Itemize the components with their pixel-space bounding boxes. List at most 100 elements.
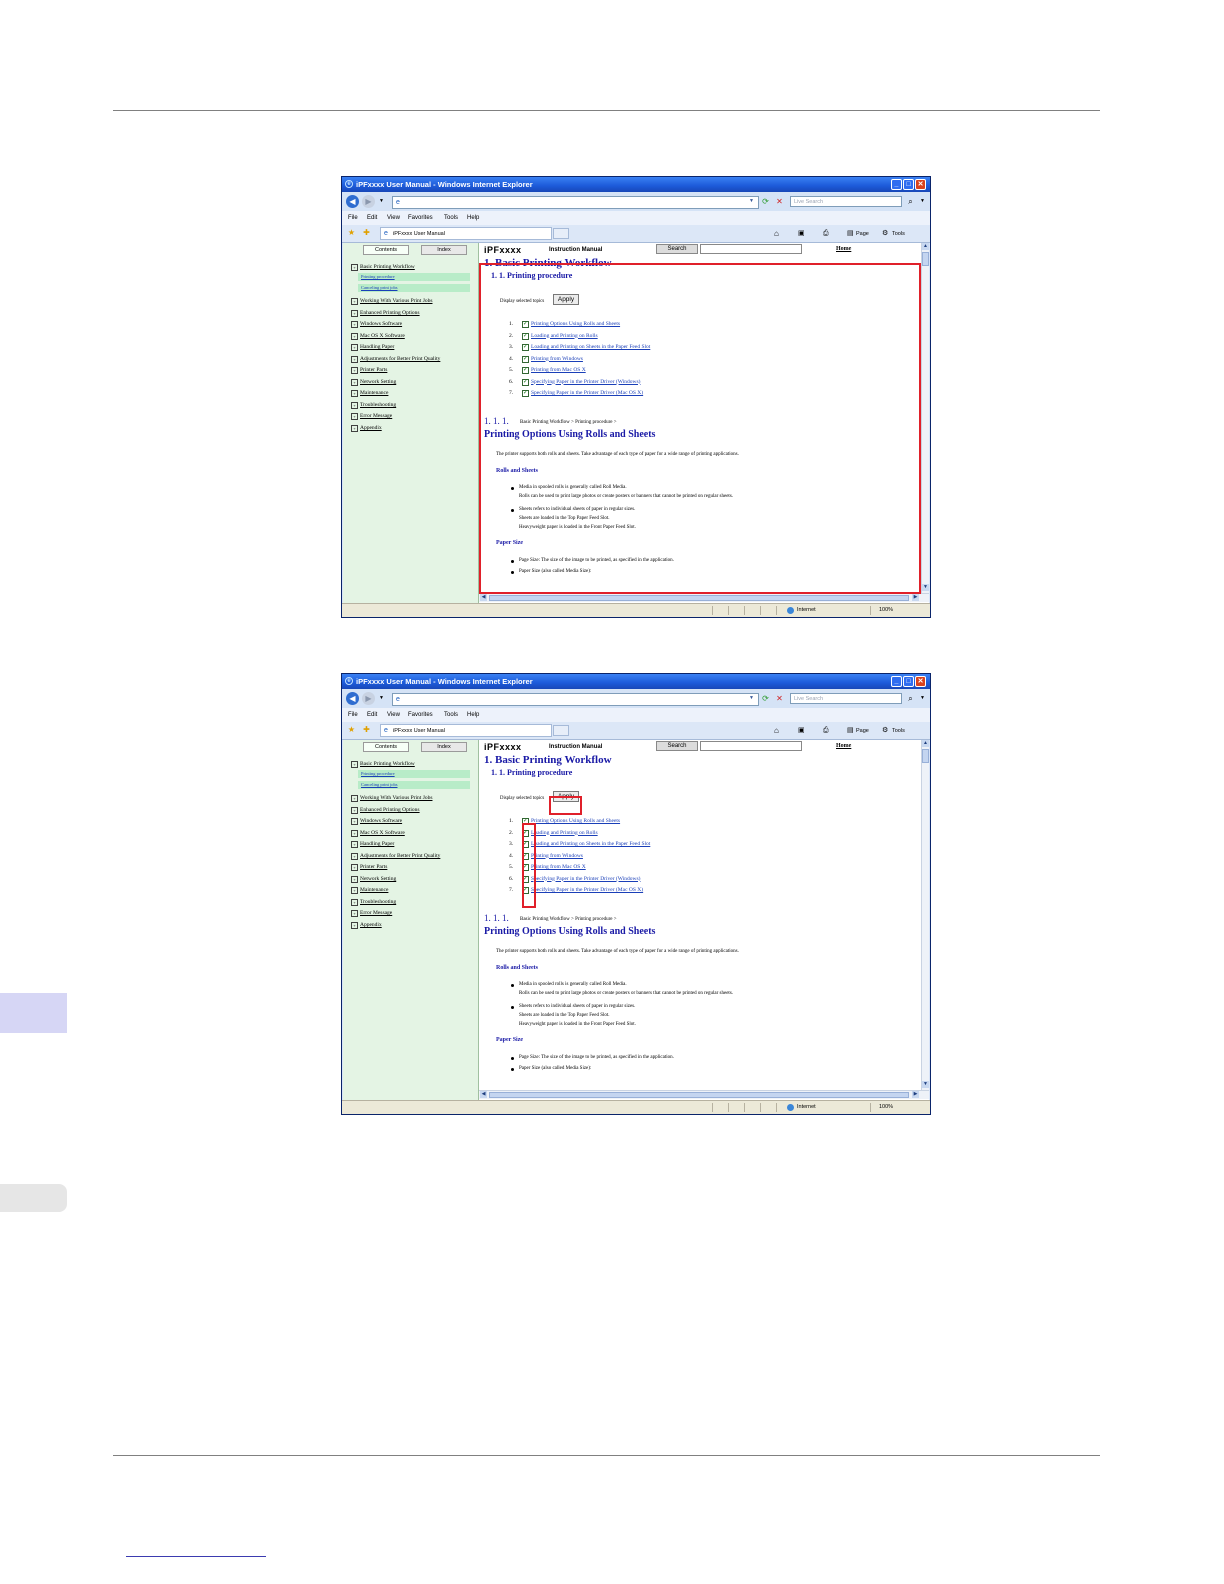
toc-item[interactable]: Maintenance (360, 388, 388, 398)
live-search-input[interactable]: Live Search (790, 196, 902, 207)
toc-item[interactable]: Network Setting (360, 377, 396, 387)
toc-item[interactable]: Windows Software (360, 319, 402, 329)
tab-contents[interactable]: Contents (363, 245, 409, 255)
tab-contents[interactable]: Contents (363, 742, 409, 752)
toc-expand-icon[interactable]: + (351, 853, 358, 860)
toc-item[interactable]: Windows Software (360, 816, 402, 826)
favorites-star-icon[interactable]: ★ (346, 227, 357, 238)
address-dropdown-icon[interactable]: ▼ (746, 693, 757, 704)
minimize-button[interactable]: _ (891, 179, 902, 190)
tools-menu-icon[interactable]: ⚙ (882, 228, 888, 240)
manual-search-button[interactable]: Search (656, 244, 698, 254)
hscroll-thumb[interactable] (489, 1092, 909, 1098)
toc-item[interactable]: Enhanced Printing Options (360, 308, 420, 318)
toc-item[interactable]: Basic Printing Workflow (360, 262, 415, 272)
menu-help[interactable]: Help (467, 211, 479, 225)
refresh-icon[interactable]: ⟳ (760, 693, 771, 704)
topic-link[interactable]: Loading and Printing on Rolls (531, 828, 598, 839)
toc-item[interactable]: Enhanced Printing Options (360, 805, 420, 815)
address-dropdown-icon[interactable]: ▼ (746, 196, 757, 207)
toc-item[interactable]: Handling Paper (360, 342, 394, 352)
toc-expand-icon[interactable]: + (351, 876, 358, 883)
vertical-scrollbar[interactable]: ▲ ▼ (921, 243, 929, 593)
toc-item[interactable]: Working With Various Print Jobs (360, 793, 432, 803)
toc-expand-icon[interactable]: + (351, 402, 358, 409)
toc-expand-icon[interactable]: + (351, 333, 358, 340)
refresh-icon[interactable]: ⟳ (760, 196, 771, 207)
topic-link[interactable]: Printing from Mac OS X (531, 862, 586, 873)
toc-item[interactable]: Error Message (360, 908, 392, 918)
toc-sub-item[interactable]: Canceling print jobs (358, 284, 470, 292)
page-menu[interactable]: Page (856, 228, 869, 240)
zoom-level[interactable]: 100% (879, 1101, 893, 1114)
print-icon[interactable]: ⎙ (823, 228, 829, 240)
horizontal-scrollbar[interactable]: ◀ ▶ (479, 1090, 929, 1099)
manual-search-button[interactable]: Search (656, 741, 698, 751)
home-link[interactable]: Home (836, 743, 851, 749)
home-icon[interactable]: ⌂ (774, 228, 779, 240)
toc-item[interactable]: Error Message (360, 411, 392, 421)
toc-sub-item[interactable]: Canceling print jobs (358, 781, 470, 789)
address-input[interactable]: e (392, 196, 759, 209)
toc-expand-icon[interactable]: + (351, 818, 358, 825)
toc-expand-icon[interactable]: + (351, 413, 358, 420)
toc-item[interactable]: Adjustments for Better Print Quality (360, 851, 440, 861)
topic-link[interactable]: Loading and Printing on Sheets in the Pa… (531, 839, 650, 850)
scroll-down-icon[interactable]: ▼ (922, 584, 929, 591)
scroll-left-icon[interactable]: ◀ (480, 1091, 487, 1098)
toc-expand-icon[interactable]: + (351, 264, 358, 271)
feeds-icon[interactable]: ▣ (798, 725, 805, 737)
scroll-right-icon[interactable]: ▶ (912, 594, 919, 601)
page-menu[interactable]: Page (856, 725, 869, 737)
toc-expand-icon[interactable]: + (351, 298, 358, 305)
scroll-up-icon[interactable]: ▲ (922, 740, 929, 747)
print-icon[interactable]: ⎙ (823, 725, 829, 737)
page-menu-icon[interactable]: ▤ (847, 725, 854, 737)
close-button[interactable]: ✕ (915, 676, 926, 687)
toc-expand-icon[interactable]: + (351, 310, 358, 317)
menu-favorites[interactable]: Favorites (408, 211, 433, 225)
scroll-thumb[interactable] (922, 252, 929, 266)
stop-icon[interactable]: ✕ (774, 196, 785, 207)
manual-search-input[interactable] (700, 741, 802, 751)
toc-expand-icon[interactable]: + (351, 356, 358, 363)
forward-button[interactable]: ▶ (362, 692, 375, 705)
toc-item[interactable]: Troubleshooting (360, 897, 396, 907)
search-options-icon[interactable]: ▼ (917, 196, 928, 207)
topic-link[interactable]: Printing from Windows (531, 851, 583, 862)
maximize-button[interactable]: □ (903, 179, 914, 190)
tab-user-manual[interactable]: e iPFxxxx User Manual (380, 724, 552, 737)
toc-sub-item[interactable]: Printing procedure (358, 273, 470, 281)
forward-button[interactable]: ▶ (362, 195, 375, 208)
scroll-thumb[interactable] (922, 749, 929, 763)
menu-help[interactable]: Help (467, 708, 479, 722)
menu-tools[interactable]: Tools (444, 708, 458, 722)
toc-item[interactable]: Printer Parts (360, 365, 387, 375)
toc-item[interactable]: Appendix (360, 423, 382, 433)
menu-favorites[interactable]: Favorites (408, 708, 433, 722)
hscroll-thumb[interactable] (489, 595, 909, 601)
toc-expand-icon[interactable]: + (351, 922, 358, 929)
vertical-scrollbar[interactable]: ▲ ▼ (921, 740, 929, 1090)
menu-file[interactable]: File (348, 211, 358, 225)
tab-user-manual[interactable]: e iPFxxxx User Manual (380, 227, 552, 240)
scroll-up-icon[interactable]: ▲ (922, 243, 929, 250)
footer-link-underline[interactable] (126, 1556, 266, 1557)
add-favorites-icon[interactable]: ✚ (361, 724, 372, 735)
toc-item[interactable]: Printer Parts (360, 862, 387, 872)
stop-icon[interactable]: ✕ (774, 693, 785, 704)
topic-link[interactable]: Specifying Paper in the Printer Driver (… (531, 874, 640, 885)
toc-expand-icon[interactable]: + (351, 841, 358, 848)
home-link[interactable]: Home (836, 246, 851, 252)
minimize-button[interactable]: _ (891, 676, 902, 687)
toc-expand-icon[interactable]: + (351, 379, 358, 386)
topic-link[interactable]: Printing Options Using Rolls and Sheets (531, 816, 620, 827)
history-dropdown-icon[interactable]: ▼ (376, 196, 387, 207)
menu-edit[interactable]: Edit (367, 211, 377, 225)
back-button[interactable]: ◀ (346, 692, 359, 705)
menu-view[interactable]: View (387, 211, 400, 225)
toc-item[interactable]: Basic Printing Workflow (360, 759, 415, 769)
page-menu-icon[interactable]: ▤ (847, 228, 854, 240)
search-icon[interactable]: ⌕ (905, 196, 916, 207)
menu-view[interactable]: View (387, 708, 400, 722)
